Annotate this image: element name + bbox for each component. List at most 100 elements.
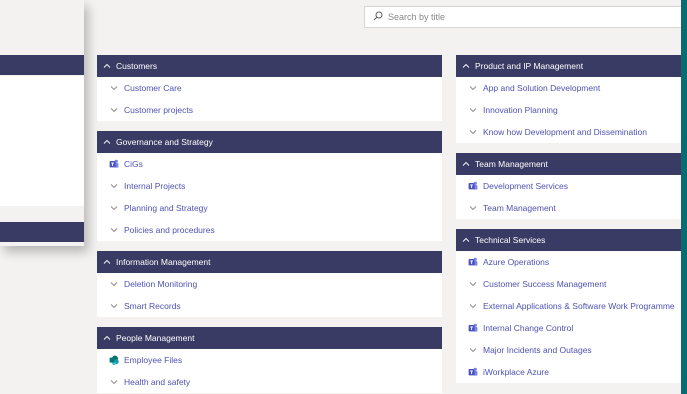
category-item-link[interactable]: CiGs [97, 153, 442, 175]
category-card: Customers Customer Care Customer projects [97, 55, 442, 121]
category-title: Governance and Strategy [116, 137, 213, 147]
category-item-label: Health and safety [124, 377, 191, 387]
category-item-link[interactable]: Smart Records [97, 295, 442, 317]
chevron-up-icon [103, 63, 111, 69]
category-item-link[interactable]: Azure Operations [456, 251, 681, 273]
search-icon [373, 11, 388, 23]
top-bar: Search by title [0, 0, 681, 40]
category-item-label: Internal Change Control [483, 323, 574, 333]
chevron-down-icon [109, 225, 119, 235]
category-card: Technical Services Azure Operations Custom… [456, 229, 681, 383]
category-header[interactable]: Technical Services [456, 229, 681, 251]
category-item-label: Customer projects [124, 105, 193, 115]
category-item-link[interactable]: Customer projects [97, 99, 442, 121]
teams-icon [468, 323, 478, 333]
category-header[interactable]: Customers [97, 55, 442, 77]
chevron-down-icon [468, 279, 478, 289]
chevron-down-icon [109, 105, 119, 115]
category-item-link[interactable]: Team Management [456, 197, 681, 219]
category-item-label: Policies and procedures [124, 225, 215, 235]
teams-icon [468, 257, 478, 267]
chevron-up-icon [103, 259, 111, 265]
category-item-label: App and Solution Development [483, 83, 601, 93]
category-item-label: Planning and Strategy [124, 203, 208, 213]
category-item-link[interactable]: iWorkplace Azure [456, 361, 681, 383]
category-item-link[interactable]: External Applications & Software Work Pr… [456, 295, 681, 317]
category-item-label: Team Management [483, 203, 556, 213]
chevron-down-icon [468, 105, 478, 115]
category-title: People Management [116, 333, 195, 343]
category-item-link[interactable]: Policies and procedures [97, 219, 442, 241]
category-item-link[interactable]: Deletion Monitoring [97, 273, 442, 295]
category-item-label: CiGs [124, 159, 143, 169]
teams-icon [109, 159, 119, 169]
category-item-link[interactable]: Internal Projects [97, 175, 442, 197]
side-panel-header [0, 55, 84, 75]
search-placeholder: Search by title [388, 12, 446, 22]
category-item-label: Customer Care [124, 83, 182, 93]
chevron-down-icon [468, 203, 478, 213]
chevron-down-icon [109, 279, 119, 289]
category-item-link[interactable]: Internal Change Control [456, 317, 681, 339]
category-item-label: Major Incidents and Outages [483, 345, 592, 355]
category-item-label: Internal Projects [124, 181, 186, 191]
category-card: Governance and Strategy CiGs Internal Proj… [97, 131, 442, 241]
category-header[interactable]: Governance and Strategy [97, 131, 442, 153]
side-panel-header [0, 222, 84, 242]
category-title: Customers [116, 61, 158, 71]
chevron-up-icon [462, 161, 470, 167]
teams-icon [468, 181, 478, 191]
chevron-up-icon [103, 139, 111, 145]
category-item-label: Deletion Monitoring [124, 279, 198, 289]
category-header[interactable]: Team Management [456, 153, 681, 175]
chevron-down-icon [109, 181, 119, 191]
category-item-link[interactable]: Know how Development and Dissemination [456, 121, 681, 143]
category-title: Technical Services [475, 235, 546, 245]
category-item-link[interactable]: Employee Files [97, 349, 442, 371]
category-card: Team Management Development Services Team … [456, 153, 681, 219]
category-header[interactable]: People Management [97, 327, 442, 349]
chevron-up-icon [462, 237, 470, 243]
category-card: Product and IP Management App and Solutio… [456, 55, 681, 143]
category-item-label: Innovation Planning [483, 105, 558, 115]
category-title: Product and IP Management [475, 61, 584, 71]
category-title: Team Management [475, 159, 548, 169]
chevron-up-icon [462, 63, 470, 69]
category-item-label: iWorkplace Azure [483, 367, 549, 377]
teams-icon [468, 367, 478, 377]
chevron-down-icon [109, 203, 119, 213]
category-item-link[interactable]: Planning and Strategy [97, 197, 442, 219]
page: Search by title Customers Customer Care Cu… [0, 0, 681, 394]
category-item-link[interactable]: App and Solution Development [456, 77, 681, 99]
category-item-link[interactable]: Innovation Planning [456, 99, 681, 121]
chevron-down-icon [468, 345, 478, 355]
chevron-down-icon [109, 301, 119, 311]
side-panel-body [0, 76, 84, 206]
category-item-link[interactable]: Health and safety [97, 371, 442, 393]
chevron-down-icon [109, 83, 119, 93]
category-item-label: External Applications & Software Work Pr… [483, 301, 675, 311]
chevron-up-icon [103, 335, 111, 341]
category-header[interactable]: Information Management [97, 251, 442, 273]
category-item-label: Smart Records [124, 301, 181, 311]
category-item-label: Know how Development and Dissemination [483, 127, 647, 137]
category-title: Information Management [116, 257, 211, 267]
category-item-label: Azure Operations [483, 257, 550, 267]
category-item-label: Employee Files [124, 355, 183, 365]
category-card: Information Management Deletion Monitorin… [97, 251, 442, 317]
chevron-down-icon [468, 301, 478, 311]
search-box[interactable]: Search by title [364, 6, 681, 28]
chevron-down-icon [468, 83, 478, 93]
chevron-down-icon [109, 377, 119, 387]
sharepoint-icon [109, 355, 119, 365]
category-item-link[interactable]: Customer Success Management [456, 273, 681, 295]
category-item-label: Development Services [483, 181, 569, 191]
category-card: People Management Employee Files Health an… [97, 327, 442, 393]
side-panel [0, 0, 84, 246]
category-item-link[interactable]: Development Services [456, 175, 681, 197]
category-item-link[interactable]: Major Incidents and Outages [456, 339, 681, 361]
category-item-label: Customer Success Management [483, 279, 607, 289]
category-header[interactable]: Product and IP Management [456, 55, 681, 77]
chevron-down-icon [468, 127, 478, 137]
category-item-link[interactable]: Customer Care [97, 77, 442, 99]
